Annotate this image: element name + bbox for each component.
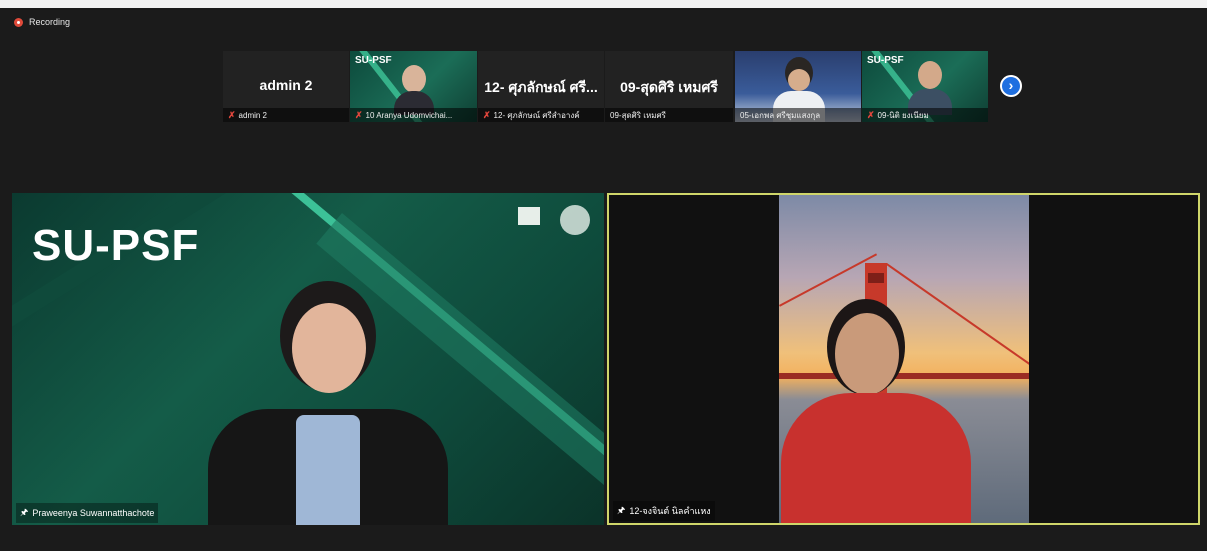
video-tile-speaker[interactable]: SU-PSF 🖈 Praweenya Suwannatthachote xyxy=(12,193,604,525)
participant-thumbnail[interactable]: 05-เอกพล ศรีชุมแสงกุล xyxy=(735,51,861,122)
brand-logo: SU-PSF xyxy=(355,55,392,66)
participant-video xyxy=(402,65,426,93)
mic-muted-icon: ✗ xyxy=(867,109,875,120)
participant-name-large: 09-สุดศิริ เหมศรี xyxy=(620,79,718,95)
participant-thumbnail[interactable]: SU-PSF ✗ 10 Aranya Udomvichai... xyxy=(350,51,477,122)
participant-name-large: 12- ศุภลักษณ์ ศรี... xyxy=(484,79,598,95)
participant-name-bar: ✗ admin 2 xyxy=(223,108,349,122)
participant-name: admin 2 xyxy=(238,110,268,120)
participant-video xyxy=(779,195,1029,523)
mic-muted-icon: ✗ xyxy=(228,109,236,120)
participant-thumbnail[interactable]: admin 2 ✗ admin 2 xyxy=(223,51,349,122)
brand-logo: SU-PSF xyxy=(32,221,200,270)
window-top-bar xyxy=(0,0,1207,8)
recording-indicator[interactable]: Recording xyxy=(14,17,70,27)
participant-thumbnail[interactable]: 12- ศุภลักษณ์ ศรี... ✗ 12- ศุภลักษณ์ ศรี… xyxy=(478,51,604,122)
participant-name: 12-จงจินต์ นิลคำแหง xyxy=(629,506,711,516)
participant-name-bar: 🖈 12-จงจินต์ นิลคำแหง xyxy=(613,501,715,521)
pin-icon: 🖈 xyxy=(617,505,626,515)
participant-name-large: admin 2 xyxy=(259,77,313,93)
participant-name: 10 Aranya Udomvichai... xyxy=(365,110,453,120)
pin-icon: 🖈 xyxy=(20,507,29,517)
participant-name-bar: 05-เอกพล ศรีชุมแสงกุล xyxy=(735,108,861,122)
brand-logo: SU-PSF xyxy=(867,55,904,66)
participant-name: 12- ศุภลักษณ์ ศรีสำอางค์ xyxy=(493,110,580,120)
participant-name-bar: ✗ 09-นิติ ยงเนียม xyxy=(862,108,988,122)
participant-name: 05-เอกพล ศรีชุมแสงกุล xyxy=(740,110,821,120)
participant-video xyxy=(918,61,942,89)
participant-thumbnail[interactable]: 09-สุดศิริ เหมศรี 09-สุดศิริ เหมศรี xyxy=(605,51,733,122)
recording-label: Recording xyxy=(29,17,71,27)
chevron-right-icon: › xyxy=(1008,77,1014,93)
participant-thumbnail[interactable]: SU-PSF ✗ 09-นิติ ยงเนียม xyxy=(862,51,988,122)
participant-name-bar: 🖈 Praweenya Suwannatthachote xyxy=(16,503,159,523)
participant-name-bar: ✗ 10 Aranya Udomvichai... xyxy=(350,108,477,122)
participant-name-bar: ✗ 12- ศุภลักษณ์ ศรีสำอางค์ xyxy=(478,108,604,122)
recording-icon xyxy=(14,17,23,27)
mic-muted-icon: ✗ xyxy=(355,109,363,120)
participant-name-bar: 09-สุดศิริ เหมศรี xyxy=(605,108,733,122)
mic-muted-icon: ✗ xyxy=(483,109,491,120)
participant-name: 09-สุดศิริ เหมศรี xyxy=(610,110,666,120)
participant-name: Praweenya Suwannatthachote xyxy=(32,508,155,518)
video-tile-active-speaker[interactable]: 🖈 12-จงจินต์ นิลคำแหง xyxy=(607,193,1200,525)
institution-logo-icon xyxy=(518,207,540,225)
next-page-button[interactable]: › xyxy=(1000,75,1022,97)
participant-name: 09-นิติ ยงเนียม xyxy=(877,110,929,120)
university-seal-icon xyxy=(560,205,590,235)
